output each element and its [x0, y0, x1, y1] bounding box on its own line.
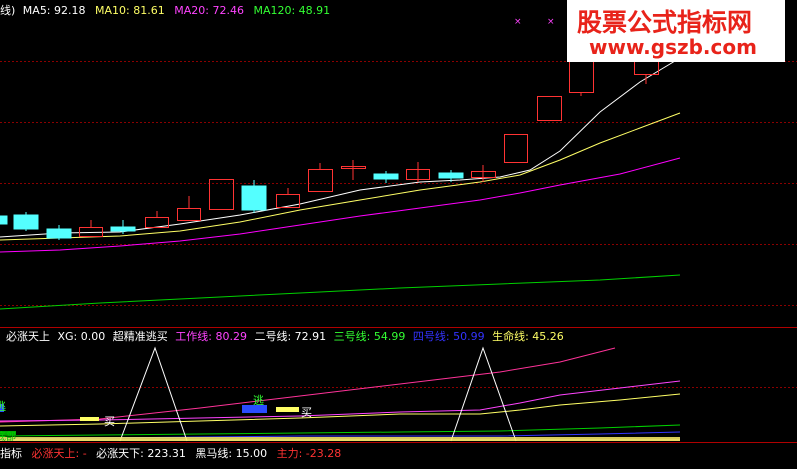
bottom-signal-label: 底部: [0, 432, 16, 443]
bottom-prefix: 指标: [0, 447, 22, 460]
indicator-header: 必涨天上 XG: 0.00 超精准逃买 工作线: 80.29 二号线: 72.9…: [6, 330, 564, 343]
main-header: 线) MA5: 92.18 MA10: 81.61 MA20: 72.46 MA…: [0, 4, 330, 17]
ma120-readout: MA120: 48.91: [253, 4, 331, 17]
ma20-line: [0, 157, 681, 253]
bottom-item-3: 黑马线: 15.00: [195, 447, 268, 460]
buy-signal-1: 买: [104, 415, 115, 428]
indicator-lines: [0, 346, 681, 442]
ma120-line: [0, 274, 681, 310]
white-spike-1: [119, 346, 188, 442]
line3-readout: 三号线: 54.99: [333, 330, 406, 343]
signal-label: 超精准逃买: [112, 330, 168, 343]
escape-signal-left: 逃: [0, 400, 6, 413]
work-line-readout: 工作线: 80.29: [175, 330, 247, 343]
escape-signal-top: 逃: [253, 394, 264, 407]
stock-chart-window: { "main_header": { "prefix": "线)", "ma5"…: [0, 0, 797, 469]
line2-readout: 二号线: 72.91: [254, 330, 327, 343]
indicator-name: 必涨天上: [6, 330, 50, 343]
ma5-readout: MA5: 92.18: [22, 4, 86, 17]
life-line-readout: 生命线: 45.26: [492, 330, 564, 343]
main-header-prefix: 线): [0, 4, 16, 17]
watermark-logo: 股票公式指标网 www.gszb.com: [567, 0, 785, 62]
bottom-item-4: 主力: -23.28: [276, 447, 342, 460]
buy-signal-2: 买: [301, 406, 312, 419]
bottom-indicator-bar[interactable]: 指标 必涨天上: - 必涨天下: 223.31 黑马线: 15.00 主力: -…: [0, 447, 341, 460]
svg-text:×: ×: [514, 17, 522, 27]
ma20-readout: MA20: 72.46: [174, 4, 244, 17]
watermark-url: www.gszb.com: [589, 35, 757, 59]
chart-canvas: × ×: [0, 10, 797, 443]
ma10-line: [0, 112, 681, 241]
svg-text:×: ×: [547, 17, 555, 27]
life-line: [0, 393, 681, 427]
bottom-item-2: 必涨天下: 223.31: [96, 447, 186, 460]
ma10-readout: MA10: 81.61: [95, 4, 165, 17]
bottom-item-1: 必涨天上: -: [31, 447, 87, 460]
line4-readout: 四号线: 50.99: [412, 330, 485, 343]
ma5-line: [0, 57, 681, 238]
watermark-title: 股票公式指标网: [577, 8, 753, 37]
xg-readout: XG: 0.00: [57, 330, 106, 343]
white-spike-2: [450, 346, 517, 442]
